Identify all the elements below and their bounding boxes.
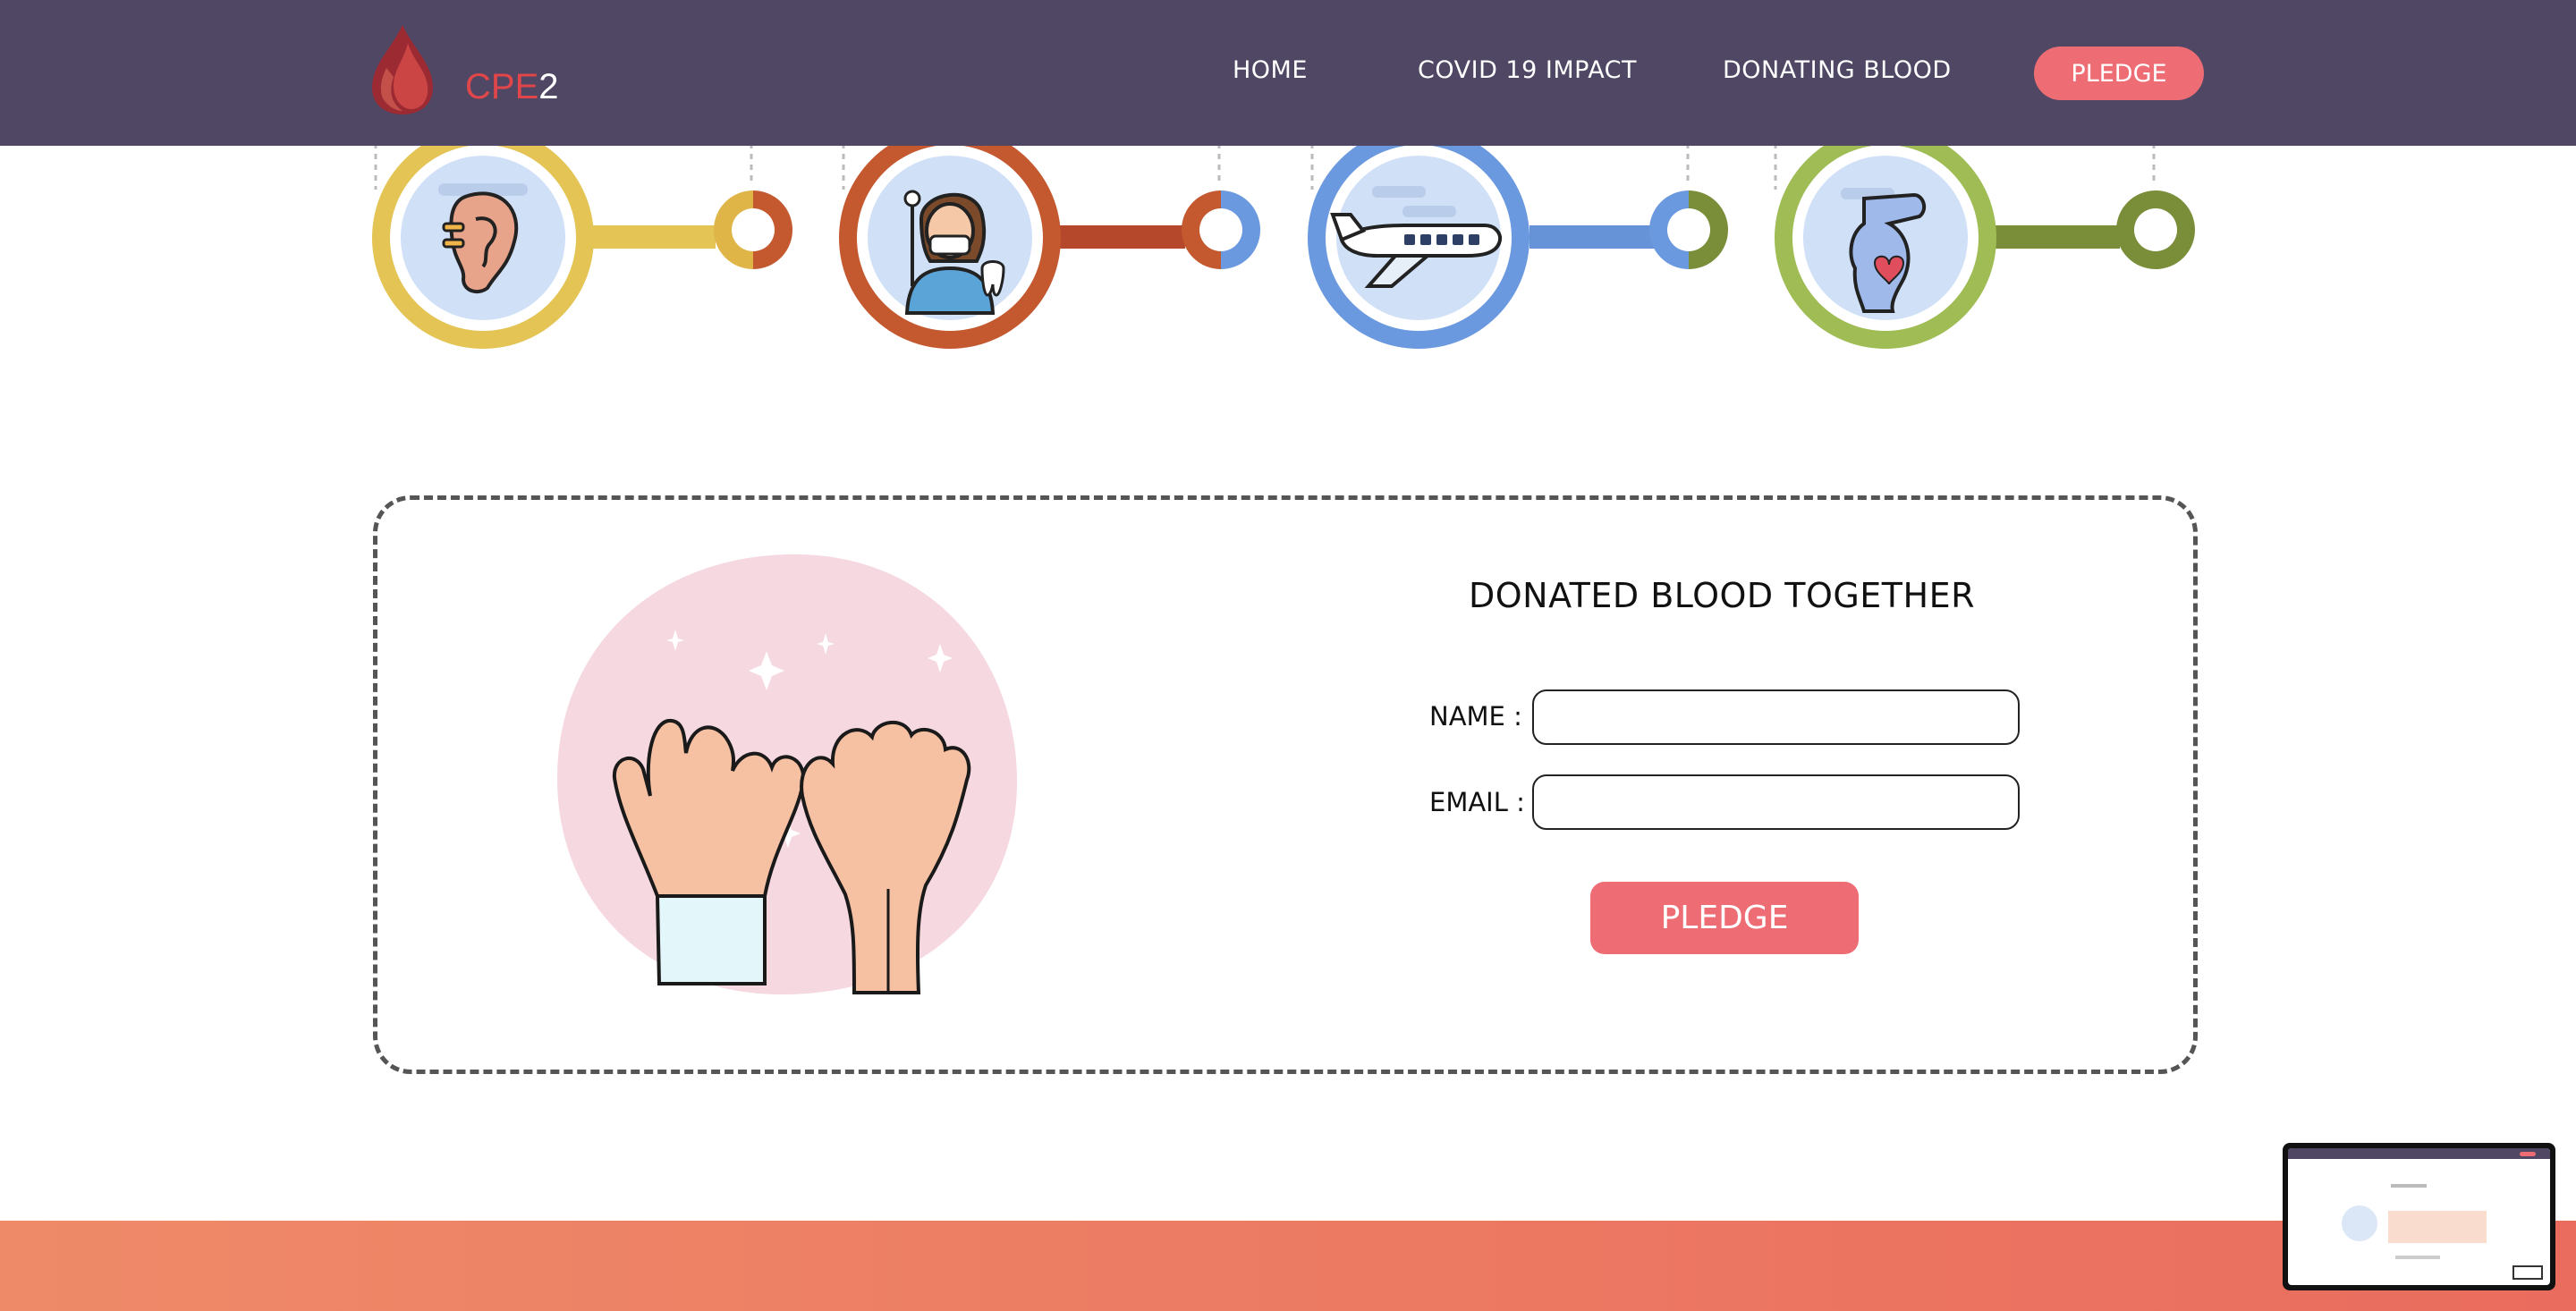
top-navbar: CPE2 HOME COVID 19 IMPACT DONATING BLOOD… (0, 0, 2576, 146)
timeline-small-ring-3 (1649, 190, 1728, 269)
timeline-connector-4 (1995, 225, 2120, 249)
pledge-submit-button[interactable]: PLEDGE (1590, 882, 1859, 954)
timeline-connector-3 (1530, 225, 1655, 249)
brand-text-primary: CPE (465, 67, 539, 106)
email-label: EMAIL : (1429, 787, 1525, 817)
timeline-small-ring-1 (714, 190, 792, 269)
email-input[interactable] (1532, 774, 2020, 830)
timeline-small-ring-4 (2116, 190, 2195, 269)
page-preview-thumbnail[interactable] (2283, 1143, 2555, 1290)
blood-drop-logo-icon[interactable] (367, 23, 438, 116)
footer-band (0, 1221, 2576, 1311)
brand-text-secondary: 2 (538, 67, 559, 106)
timeline-connector-2 (1060, 225, 1185, 249)
nav-pledge-button[interactable]: PLEDGE (2034, 47, 2204, 100)
pregnancy-icon[interactable] (1775, 127, 1996, 349)
brand-name[interactable]: CPE2 (465, 66, 559, 107)
name-input[interactable] (1532, 689, 2020, 745)
pinky-promise-illustration (557, 554, 1018, 995)
page-preview-screen (2288, 1148, 2550, 1285)
nav-home-link[interactable]: HOME (1233, 55, 1308, 86)
airplane-icon[interactable] (1308, 127, 1530, 349)
ear-icon[interactable] (372, 127, 594, 349)
nav-donating-blood-link[interactable]: DONATING BLOOD (1723, 55, 1952, 86)
pledge-form-title: DONATED BLOOD TOGETHER (1468, 576, 1976, 615)
timeline-connector-1 (590, 225, 716, 249)
nav-covid-impact-link[interactable]: COVID 19 IMPACT (1418, 55, 1637, 86)
name-label: NAME : (1429, 701, 1522, 732)
dentist-icon[interactable] (839, 127, 1061, 349)
timeline-small-ring-2 (1182, 190, 1260, 269)
